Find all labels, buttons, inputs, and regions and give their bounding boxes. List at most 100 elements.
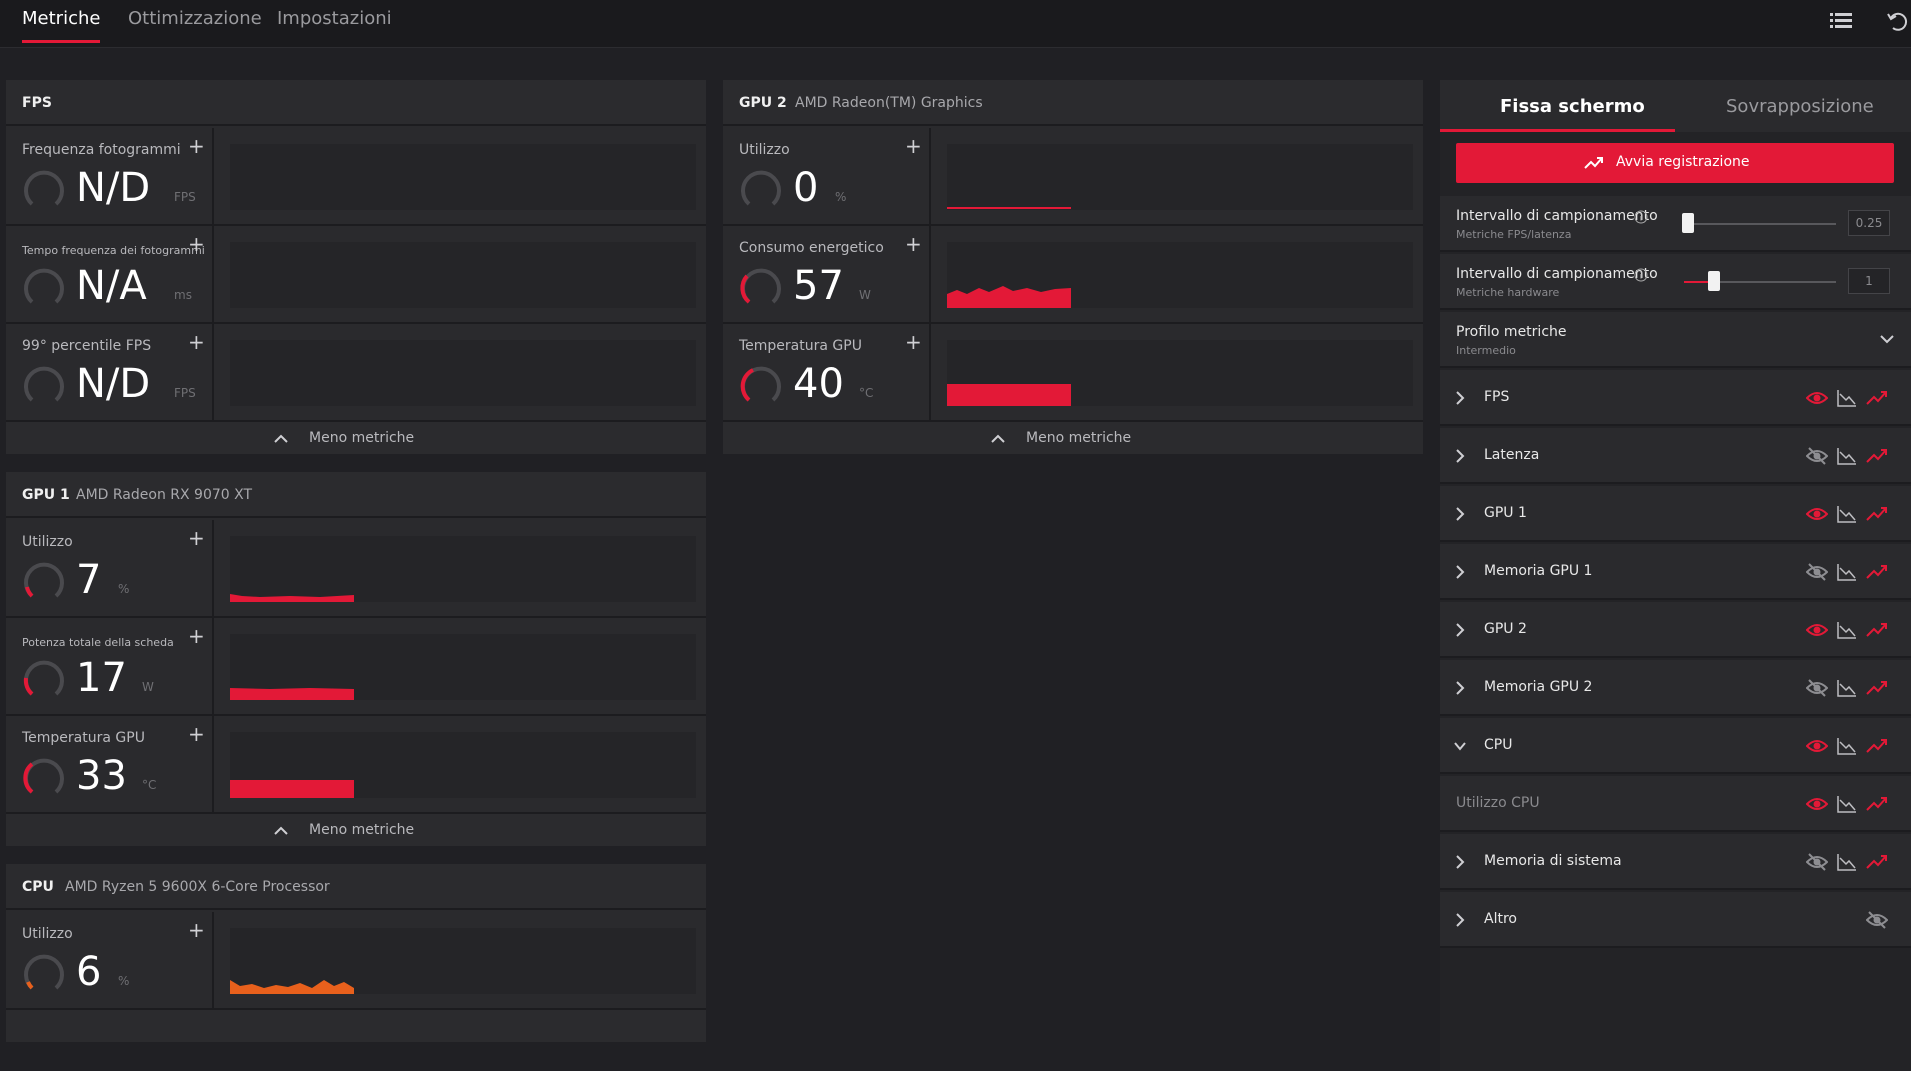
eye-icon[interactable]	[1806, 794, 1828, 814]
tab-fissa-schermo[interactable]: Fissa schermo	[1500, 96, 1645, 117]
slider-track[interactable]	[1684, 223, 1836, 225]
category-cpu[interactable]: CPU	[1440, 718, 1911, 774]
list-view-icon[interactable]	[1828, 8, 1854, 34]
trend-icon[interactable]	[1866, 852, 1888, 872]
trend-icon[interactable]	[1866, 678, 1888, 698]
category-gpu2[interactable]: GPU 2	[1440, 602, 1911, 658]
eye-icon[interactable]	[1806, 388, 1828, 408]
chart-icon[interactable]	[1836, 620, 1858, 640]
start-recording-button[interactable]: Avvia registrazione	[1456, 143, 1894, 183]
add-metric-button[interactable]: +	[188, 528, 205, 548]
chart-icon[interactable]	[1836, 736, 1858, 756]
reset-icon[interactable]	[1884, 8, 1910, 34]
add-metric-button[interactable]: +	[188, 724, 205, 744]
metric-row: Utilizzo + 7 %	[6, 520, 706, 618]
eye-off-icon[interactable]	[1866, 910, 1888, 930]
eye-off-icon[interactable]	[1806, 562, 1828, 582]
tab-sovrapposizione[interactable]: Sovrapposizione	[1726, 96, 1874, 117]
trend-icon[interactable]	[1866, 736, 1888, 756]
trend-icon[interactable]	[1866, 504, 1888, 524]
add-metric-button[interactable]: +	[905, 234, 922, 254]
chart-icon[interactable]	[1836, 388, 1858, 408]
category-latenza[interactable]: Latenza	[1440, 428, 1911, 484]
add-metric-button[interactable]: +	[188, 626, 205, 646]
metric-unit: %	[835, 190, 847, 204]
chart-icon[interactable]	[1836, 794, 1858, 814]
metric-name: Potenza totale della scheda	[22, 636, 174, 649]
metric-graph	[947, 242, 1413, 308]
metric-unit: %	[118, 582, 130, 596]
panel-title: FPS	[22, 95, 52, 111]
metric-row: Utilizzo + 0 %	[723, 128, 1423, 226]
metric-row: Temperatura GPU + 40 °C	[723, 324, 1423, 422]
trend-icon[interactable]	[1866, 446, 1888, 466]
gauge-icon	[24, 366, 64, 402]
cpu-panel: CPU AMD Ryzen 5 9600X 6-Core Processor U…	[6, 864, 706, 1042]
metric-name: Tempo frequenza dei fotogrammi	[22, 244, 205, 257]
metric-unit: °C	[142, 778, 157, 792]
add-metric-button[interactable]: +	[905, 332, 922, 352]
category-fps[interactable]: FPS	[1440, 370, 1911, 426]
chart-icon[interactable]	[1836, 562, 1858, 582]
gauge-icon	[740, 366, 781, 402]
trend-icon[interactable]	[1866, 620, 1888, 640]
less-metrics-button[interactable]: Meno metriche	[6, 422, 706, 454]
less-metrics-button[interactable]: Meno metriche	[723, 422, 1423, 454]
less-metrics-button[interactable]: Meno metriche	[6, 814, 706, 846]
eye-icon[interactable]	[1806, 620, 1828, 640]
trend-icon[interactable]	[1866, 794, 1888, 814]
graph-area	[230, 688, 354, 700]
metric-row: Potenza totale della scheda + 17 W	[6, 618, 706, 716]
category-memoria-sistema[interactable]: Memoria di sistema	[1440, 834, 1911, 890]
chart-icon[interactable]	[1836, 504, 1858, 524]
info-icon[interactable]	[1634, 210, 1648, 224]
add-metric-button[interactable]: +	[905, 136, 922, 156]
trend-icon[interactable]	[1866, 562, 1888, 582]
chart-icon[interactable]	[1836, 446, 1858, 466]
eye-icon[interactable]	[1806, 736, 1828, 756]
category-label: Memoria GPU 1	[1484, 563, 1593, 579]
eye-off-icon[interactable]	[1806, 852, 1828, 872]
sampling-value-input[interactable]: 1	[1848, 268, 1890, 294]
gauge-icon	[24, 170, 64, 206]
sampling-fps-row: Intervallo di campionamento Metriche FPS…	[1440, 196, 1911, 252]
metric-row: Consumo energetico + 57 W	[723, 226, 1423, 324]
eye-off-icon[interactable]	[1806, 678, 1828, 698]
category-gpu1[interactable]: GPU 1	[1440, 486, 1911, 542]
top-bar: Metriche Ottimizzazione Impostazioni	[0, 0, 1911, 48]
gpu2-panel: GPU 2 AMD Radeon(TM) Graphics Utilizzo +…	[723, 80, 1423, 454]
metric-value: 57	[793, 263, 844, 309]
sampling-value-input[interactable]: 0.25	[1848, 210, 1890, 236]
add-metric-button[interactable]: +	[188, 234, 205, 254]
metric-value: 17	[76, 655, 127, 701]
add-metric-button[interactable]: +	[188, 136, 205, 156]
info-icon[interactable]	[1634, 268, 1648, 282]
slider-thumb[interactable]	[1708, 271, 1720, 291]
eye-icon[interactable]	[1806, 504, 1828, 524]
eye-off-icon[interactable]	[1806, 446, 1828, 466]
chart-icon[interactable]	[1836, 678, 1858, 698]
gpu2-panel-header: GPU 2 AMD Radeon(TM) Graphics	[723, 80, 1423, 126]
metric-graph	[230, 242, 696, 308]
tab-ottimizzazione[interactable]: Ottimizzazione	[128, 8, 262, 38]
category-label: GPU 1	[1484, 505, 1527, 521]
metric-graph	[230, 928, 696, 994]
chart-icon[interactable]	[1836, 852, 1858, 872]
category-memoria-gpu1[interactable]: Memoria GPU 1	[1440, 544, 1911, 600]
slider-thumb[interactable]	[1682, 213, 1694, 233]
profile-label: Profilo metriche	[1456, 324, 1567, 340]
subcategory-utilizzo-cpu[interactable]: Utilizzo CPU	[1440, 776, 1911, 832]
metric-profile-dropdown[interactable]: Profilo metriche Intermedio	[1440, 312, 1911, 368]
trend-icon[interactable]	[1866, 388, 1888, 408]
metric-row: 99° percentile FPS + N/D FPS	[6, 324, 706, 422]
add-metric-button[interactable]: +	[188, 920, 205, 940]
gauge-icon	[23, 660, 64, 696]
metric-value: 7	[76, 557, 102, 603]
metric-value: 6	[76, 949, 102, 995]
category-memoria-gpu2[interactable]: Memoria GPU 2	[1440, 660, 1911, 716]
tab-impostazioni[interactable]: Impostazioni	[277, 8, 392, 38]
category-altro[interactable]: Altro	[1440, 892, 1911, 948]
add-metric-button[interactable]: +	[188, 332, 205, 352]
chevron-down-icon	[1880, 335, 1894, 344]
tab-metriche[interactable]: Metriche	[22, 8, 101, 43]
